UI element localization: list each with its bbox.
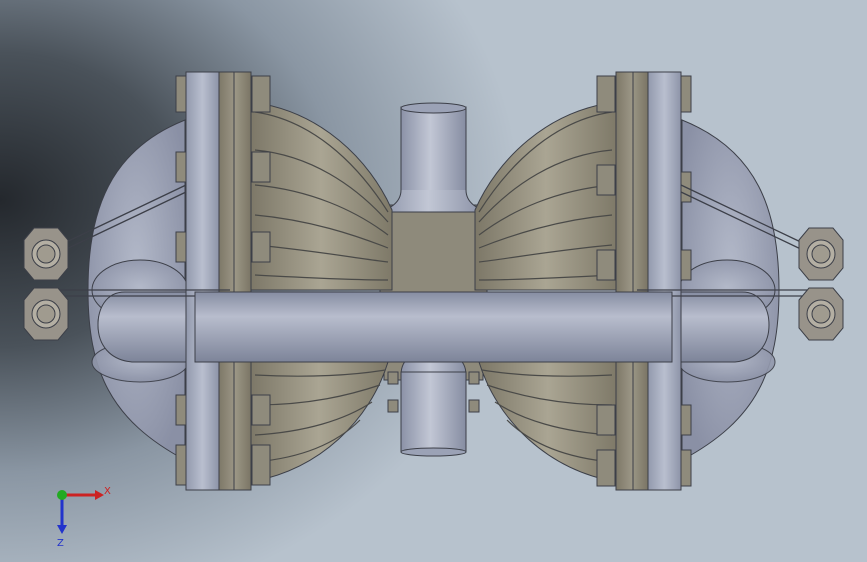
reference-triad: X Z bbox=[57, 486, 111, 549]
z-axis-label: Z bbox=[57, 538, 64, 549]
x-axis-arrowhead bbox=[95, 490, 104, 500]
left-upper-hex-nut bbox=[23, 227, 69, 281]
right-flange-outer bbox=[615, 71, 682, 491]
top-outlet-port bbox=[379, 102, 488, 213]
x-axis-label: X bbox=[104, 486, 111, 497]
right-elbow-manifold bbox=[677, 259, 776, 383]
main-manifold-pipe bbox=[194, 291, 673, 363]
y-axis-marker bbox=[57, 490, 67, 500]
left-flange-outer bbox=[185, 71, 252, 491]
left-elbow-manifold bbox=[91, 259, 201, 383]
z-axis-arrowhead bbox=[57, 525, 67, 534]
right-upper-hex-nut bbox=[798, 227, 844, 281]
bottom-inlet-port bbox=[400, 349, 467, 457]
left-lower-hex-nut bbox=[23, 287, 69, 341]
right-lower-hex-nut bbox=[798, 287, 844, 341]
graphics-viewport[interactable]: X Z bbox=[0, 0, 867, 562]
diaphragm-pump-model[interactable] bbox=[0, 0, 867, 562]
